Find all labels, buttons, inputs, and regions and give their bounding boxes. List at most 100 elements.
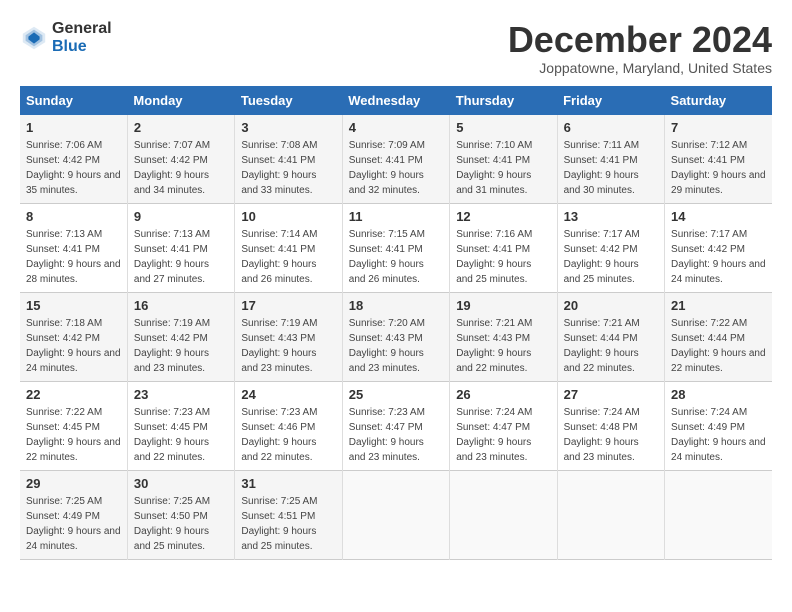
calendar-cell: 9 Sunrise: 7:13 AMSunset: 4:41 PMDaylight…: [127, 203, 234, 292]
day-number: 9: [134, 209, 228, 224]
day-number: 17: [241, 298, 335, 313]
day-number: 10: [241, 209, 335, 224]
header-day-wednesday: Wednesday: [342, 86, 449, 115]
calendar-cell: [342, 470, 449, 559]
calendar-cell: 4Sunrise: 7:09 AMSunset: 4:41 PMDaylight…: [342, 115, 449, 204]
logo-icon: [20, 24, 48, 52]
day-detail: Sunrise: 7:17 AMSunset: 4:42 PMDaylight:…: [564, 227, 658, 287]
calendar-cell: 23 Sunrise: 7:23 AMSunset: 4:45 PMDayligh…: [127, 381, 234, 470]
day-number: 27: [564, 387, 658, 402]
day-detail: Sunrise: 7:24 AMSunset: 4:48 PMDaylight:…: [564, 405, 658, 465]
calendar-title: December 2024: [508, 20, 772, 60]
calendar-cell: 13 Sunrise: 7:17 AMSunset: 4:42 PMDayligh…: [557, 203, 664, 292]
day-detail: Sunrise: 7:22 AMSunset: 4:44 PMDaylight:…: [671, 316, 766, 376]
calendar-cell: 12 Sunrise: 7:16 AMSunset: 4:41 PMDayligh…: [450, 203, 557, 292]
header-day-saturday: Saturday: [665, 86, 772, 115]
day-detail: Sunrise: 7:25 AMSunset: 4:49 PMDaylight:…: [26, 494, 121, 554]
day-detail: Sunrise: 7:23 AMSunset: 4:47 PMDaylight:…: [349, 405, 443, 465]
calendar-cell: 25Sunrise: 7:23 AMSunset: 4:47 PMDayligh…: [342, 381, 449, 470]
calendar-cell: [450, 470, 557, 559]
day-detail: Sunrise: 7:12 AMSunset: 4:41 PMDaylight:…: [671, 138, 766, 198]
day-number: 6: [564, 120, 658, 135]
day-detail: Sunrise: 7:09 AMSunset: 4:41 PMDaylight:…: [349, 138, 443, 198]
calendar-cell: [557, 470, 664, 559]
day-number: 3: [241, 120, 335, 135]
day-number: 19: [456, 298, 550, 313]
calendar-cell: 1 Sunrise: 7:06 AMSunset: 4:42 PMDaylight…: [20, 115, 127, 204]
calendar-cell: 27 Sunrise: 7:24 AMSunset: 4:48 PMDayligh…: [557, 381, 664, 470]
day-detail: Sunrise: 7:19 AMSunset: 4:42 PMDaylight:…: [134, 316, 228, 376]
day-detail: Sunrise: 7:25 AMSunset: 4:51 PMDaylight:…: [241, 494, 335, 554]
day-detail: Sunrise: 7:21 AMSunset: 4:43 PMDaylight:…: [456, 316, 550, 376]
calendar-cell: 17 Sunrise: 7:19 AMSunset: 4:43 PMDayligh…: [235, 292, 342, 381]
day-detail: Sunrise: 7:13 AMSunset: 4:41 PMDaylight:…: [134, 227, 228, 287]
calendar-cell: [665, 470, 772, 559]
calendar-cell: 7Sunrise: 7:12 AMSunset: 4:41 PMDaylight…: [665, 115, 772, 204]
day-number: 24: [241, 387, 335, 402]
day-number: 23: [134, 387, 228, 402]
calendar-cell: 5Sunrise: 7:10 AMSunset: 4:41 PMDaylight…: [450, 115, 557, 204]
day-number: 26: [456, 387, 550, 402]
calendar-cell: 2 Sunrise: 7:07 AMSunset: 4:42 PMDaylight…: [127, 115, 234, 204]
day-detail: Sunrise: 7:08 AMSunset: 4:41 PMDaylight:…: [241, 138, 335, 198]
logo: General Blue: [20, 20, 112, 55]
day-detail: Sunrise: 7:21 AMSunset: 4:44 PMDaylight:…: [564, 316, 658, 376]
week-row-3: 15 Sunrise: 7:18 AMSunset: 4:42 PMDayligh…: [20, 292, 772, 381]
header-day-sunday: Sunday: [20, 86, 127, 115]
day-number: 29: [26, 476, 121, 491]
day-detail: Sunrise: 7:10 AMSunset: 4:41 PMDaylight:…: [456, 138, 550, 198]
week-row-2: 8 Sunrise: 7:13 AMSunset: 4:41 PMDaylight…: [20, 203, 772, 292]
day-number: 8: [26, 209, 121, 224]
day-detail: Sunrise: 7:15 AMSunset: 4:41 PMDaylight:…: [349, 227, 443, 287]
calendar-cell: 30Sunrise: 7:25 AMSunset: 4:50 PMDayligh…: [127, 470, 234, 559]
day-detail: Sunrise: 7:23 AMSunset: 4:45 PMDaylight:…: [134, 405, 228, 465]
day-detail: Sunrise: 7:24 AMSunset: 4:49 PMDaylight:…: [671, 405, 766, 465]
calendar-cell: 26 Sunrise: 7:24 AMSunset: 4:47 PMDayligh…: [450, 381, 557, 470]
calendar-cell: 24Sunrise: 7:23 AMSunset: 4:46 PMDayligh…: [235, 381, 342, 470]
day-detail: Sunrise: 7:22 AMSunset: 4:45 PMDaylight:…: [26, 405, 121, 465]
day-number: 20: [564, 298, 658, 313]
calendar-table: SundayMondayTuesdayWednesdayThursdayFrid…: [20, 86, 772, 560]
day-detail: Sunrise: 7:18 AMSunset: 4:42 PMDaylight:…: [26, 316, 121, 376]
day-detail: Sunrise: 7:17 AMSunset: 4:42 PMDaylight:…: [671, 227, 766, 287]
day-detail: Sunrise: 7:25 AMSunset: 4:50 PMDaylight:…: [134, 494, 228, 554]
calendar-cell: 14 Sunrise: 7:17 AMSunset: 4:42 PMDayligh…: [665, 203, 772, 292]
day-detail: Sunrise: 7:24 AMSunset: 4:47 PMDaylight:…: [456, 405, 550, 465]
logo-blue: Blue: [52, 38, 112, 56]
header-day-monday: Monday: [127, 86, 234, 115]
week-row-1: 1 Sunrise: 7:06 AMSunset: 4:42 PMDaylight…: [20, 115, 772, 204]
calendar-cell: 11Sunrise: 7:15 AMSunset: 4:41 PMDayligh…: [342, 203, 449, 292]
day-number: 12: [456, 209, 550, 224]
day-number: 14: [671, 209, 766, 224]
header-row: SundayMondayTuesdayWednesdayThursdayFrid…: [20, 86, 772, 115]
day-number: 21: [671, 298, 766, 313]
calendar-cell: 22Sunrise: 7:22 AMSunset: 4:45 PMDayligh…: [20, 381, 127, 470]
day-detail: Sunrise: 7:16 AMSunset: 4:41 PMDaylight:…: [456, 227, 550, 287]
day-number: 2: [134, 120, 228, 135]
header-day-tuesday: Tuesday: [235, 86, 342, 115]
calendar-cell: 15 Sunrise: 7:18 AMSunset: 4:42 PMDayligh…: [20, 292, 127, 381]
day-number: 15: [26, 298, 121, 313]
day-number: 31: [241, 476, 335, 491]
calendar-cell: 6Sunrise: 7:11 AMSunset: 4:41 PMDaylight…: [557, 115, 664, 204]
day-detail: Sunrise: 7:13 AMSunset: 4:41 PMDaylight:…: [26, 227, 121, 287]
day-detail: Sunrise: 7:07 AMSunset: 4:42 PMDaylight:…: [134, 138, 228, 198]
header-day-friday: Friday: [557, 86, 664, 115]
day-number: 28: [671, 387, 766, 402]
day-detail: Sunrise: 7:06 AMSunset: 4:42 PMDaylight:…: [26, 138, 121, 198]
location-subtitle: Joppatowne, Maryland, United States: [508, 60, 772, 76]
day-number: 1: [26, 120, 121, 135]
calendar-cell: 31 Sunrise: 7:25 AMSunset: 4:51 PMDayligh…: [235, 470, 342, 559]
day-number: 13: [564, 209, 658, 224]
day-detail: Sunrise: 7:14 AMSunset: 4:41 PMDaylight:…: [241, 227, 335, 287]
day-detail: Sunrise: 7:19 AMSunset: 4:43 PMDaylight:…: [241, 316, 335, 376]
calendar-cell: 8 Sunrise: 7:13 AMSunset: 4:41 PMDaylight…: [20, 203, 127, 292]
calendar-cell: 16 Sunrise: 7:19 AMSunset: 4:42 PMDayligh…: [127, 292, 234, 381]
header-day-thursday: Thursday: [450, 86, 557, 115]
day-detail: Sunrise: 7:20 AMSunset: 4:43 PMDaylight:…: [349, 316, 443, 376]
calendar-cell: 19 Sunrise: 7:21 AMSunset: 4:43 PMDayligh…: [450, 292, 557, 381]
title-area: December 2024 Joppatowne, Maryland, Unit…: [508, 20, 772, 76]
calendar-cell: 28 Sunrise: 7:24 AMSunset: 4:49 PMDayligh…: [665, 381, 772, 470]
calendar-cell: 29 Sunrise: 7:25 AMSunset: 4:49 PMDayligh…: [20, 470, 127, 559]
day-number: 16: [134, 298, 228, 313]
